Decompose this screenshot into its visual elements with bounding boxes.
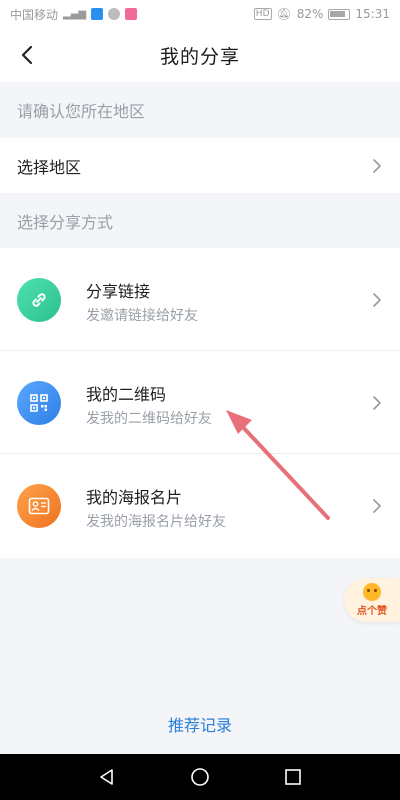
select-region-row[interactable]: 选择地区 <box>0 138 400 193</box>
system-navigation-bar <box>0 754 400 800</box>
clock: 15:31 <box>355 7 390 21</box>
signal-icon: ▂▄▆ <box>63 8 87 20</box>
region-section-header: 请确认您所在地区 <box>17 102 146 121</box>
chevron-left-icon <box>21 45 33 65</box>
recommend-history-link[interactable]: 推荐记录 <box>0 712 400 736</box>
like-sticker-label: 点个赞 <box>357 606 387 617</box>
link-icon <box>17 278 61 322</box>
share-section-header: 选择分享方式 <box>17 213 114 232</box>
chevron-right-icon <box>373 158 381 173</box>
share-poster-subtitle: 发我的海报名片给好友 <box>86 514 226 530</box>
battery-percent: 82% <box>296 7 324 21</box>
circle-home-icon <box>191 768 209 786</box>
hd-icon: HD <box>253 8 272 20</box>
share-link-title: 分享链接 <box>86 282 151 301</box>
chat-notification-icon <box>108 8 121 20</box>
system-recents-button[interactable] <box>273 757 313 797</box>
triangle-back-icon <box>99 769 113 785</box>
share-link-item[interactable]: 分享链接 发邀请链接给好友 <box>0 248 400 351</box>
chevron-right-icon <box>373 498 381 513</box>
mute-icon: 🔕︎ <box>276 7 292 21</box>
system-home-button[interactable] <box>180 757 220 797</box>
share-link-subtitle: 发邀请链接给好友 <box>86 308 198 324</box>
status-left: 中国移动 ▂▄▆ <box>10 6 138 23</box>
shopping-notification-icon <box>125 8 138 20</box>
share-qrcode-title: 我的二维码 <box>86 385 167 404</box>
status-right: HD 🔕︎ 82% 15:31 <box>253 7 390 21</box>
share-poster-item[interactable]: 我的海报名片 发我的海报名片给好友 <box>0 454 400 557</box>
status-bar: 中国移动 ▂▄▆ HD 🔕︎ 82% 15:31 <box>0 0 400 28</box>
app-notification-icon <box>91 8 104 20</box>
chevron-right-icon <box>373 292 381 307</box>
page-title: 我的分享 <box>159 45 240 68</box>
share-qrcode-subtitle: 发我的二维码给好友 <box>86 411 212 427</box>
share-poster-title: 我的海报名片 <box>86 488 183 507</box>
like-sticker-button[interactable]: 点个赞 <box>344 578 400 622</box>
navigation-bar: 我的分享 <box>0 28 400 82</box>
poster-card-icon <box>17 484 61 528</box>
smiley-icon <box>363 583 381 601</box>
chevron-right-icon <box>373 395 381 410</box>
carrier-label: 中国移动 <box>10 7 59 22</box>
battery-icon <box>328 8 351 20</box>
square-recents-icon <box>285 769 302 785</box>
system-back-button[interactable] <box>87 757 127 797</box>
share-qrcode-item[interactable]: 我的二维码 发我的二维码给好友 <box>0 351 400 454</box>
back-button[interactable] <box>10 38 44 72</box>
qrcode-icon <box>17 381 61 425</box>
share-method-list: 分享链接 发邀请链接给好友 我的二维码 发我的二维码给好友 我的海报名片 发我的… <box>0 248 400 558</box>
select-region-label: 选择地区 <box>17 157 82 177</box>
